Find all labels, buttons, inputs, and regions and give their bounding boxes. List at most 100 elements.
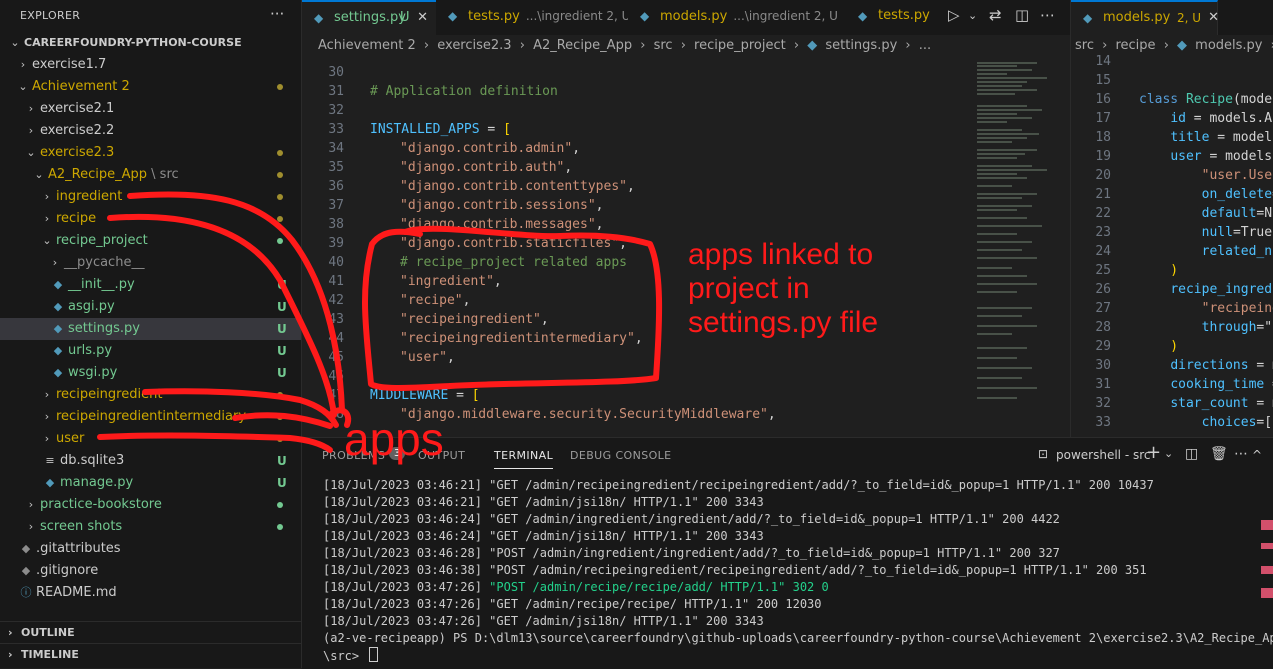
- code-line: directions = models: [1139, 356, 1273, 375]
- terminal-name[interactable]: powershell - src: [1056, 448, 1150, 462]
- chevron-right-icon: ›: [28, 498, 34, 511]
- code-token: [: [503, 122, 511, 137]
- terminal-text-highlight: "POST /admin/recipe/recipe/add/ HTTP/1.1…: [489, 580, 829, 594]
- chevron-down-icon: ⌄: [18, 80, 28, 93]
- line-number: 18: [1095, 130, 1111, 145]
- tree-item[interactable]: › recipeingredient: [0, 384, 301, 406]
- timeline-section[interactable]: › TIMELINE: [0, 643, 301, 666]
- code-token: id: [1170, 111, 1186, 126]
- tree-item[interactable]: ◆ wsgi.py U: [0, 362, 301, 384]
- tree-item[interactable]: ◆ .gitattributes: [0, 538, 301, 560]
- git-status-badge: U: [277, 322, 287, 336]
- more-actions-icon[interactable]: ···: [270, 5, 284, 23]
- tree-item[interactable]: › practice-bookstore: [0, 494, 301, 516]
- breadcrumb-separator: ›: [905, 38, 911, 53]
- tree-item[interactable]: › exercise2.1: [0, 98, 301, 120]
- tree-item[interactable]: ◆ urls.py U: [0, 340, 301, 362]
- editor-group-2: ◆ models.py 2, U ✕ src › recipe › ◆ mode…: [1070, 0, 1273, 437]
- tab-tests-py-2[interactable]: ◆ tests.py: [846, 0, 936, 35]
- breadcrumb-item[interactable]: src: [654, 38, 673, 53]
- tree-item[interactable]: ◆ asgi.py U: [0, 296, 301, 318]
- outline-section[interactable]: › OUTLINE: [0, 621, 301, 644]
- tree-item[interactable]: ⌄ CAREERFOUNDRY-PYTHON-COURSE: [0, 32, 301, 54]
- tree-item[interactable]: › recipe: [0, 208, 301, 230]
- split-editor-icon[interactable]: ◫: [1015, 6, 1029, 24]
- tree-item[interactable]: ⌄ recipe_project: [0, 230, 301, 252]
- tree-item[interactable]: ⌄ Achievement 2: [0, 76, 301, 98]
- tree-item[interactable]: ⌄ exercise2.3: [0, 142, 301, 164]
- tab-models-py[interactable]: ◆ models.py 2, U ✕: [1071, 0, 1219, 35]
- minimap-line: [977, 93, 1015, 95]
- add-terminal-icon[interactable]: +: [1146, 442, 1161, 463]
- tree-item[interactable]: ◆ __init__.py U: [0, 274, 301, 296]
- git-status-dot: [277, 172, 283, 178]
- tree-item[interactable]: ◆ manage.py U: [0, 472, 301, 494]
- tree-item[interactable]: › __pycache__: [0, 252, 301, 274]
- database-icon: ≡: [45, 454, 55, 467]
- tree-item[interactable]: › screen shots: [0, 516, 301, 538]
- split-terminal-icon[interactable]: ◫: [1185, 446, 1198, 462]
- breadcrumb-item[interactable]: src: [1075, 38, 1094, 53]
- code-line: through="recipe: [1139, 318, 1273, 337]
- line-number: 33: [1095, 415, 1111, 430]
- code-token: choices: [1201, 415, 1257, 430]
- compare-changes-icon[interactable]: ⇄: [989, 6, 1002, 24]
- close-icon[interactable]: ✕: [417, 2, 428, 34]
- code-token: [: [471, 388, 480, 403]
- minimap[interactable]: [975, 57, 1065, 437]
- breadcrumb[interactable]: Achievement 2 › exercise2.3 › A2_Recipe_…: [302, 35, 1070, 57]
- minimap-line: [977, 397, 1017, 399]
- run-icon[interactable]: ▷: [948, 6, 960, 24]
- breadcrumb-item[interactable]: recipe_project: [694, 38, 786, 53]
- terminal-line: [18/Jul/2023 03:46:38] "POST /admin/reci…: [323, 562, 1147, 579]
- tree-item[interactable]: ◆ settings.py U: [0, 318, 301, 340]
- close-icon[interactable]: ✕: [1208, 2, 1219, 34]
- chevron-right-icon: ›: [28, 102, 34, 115]
- minimap-line: [977, 347, 1027, 349]
- chevron-down-icon[interactable]: ⌄: [968, 9, 977, 22]
- chevron-up-icon[interactable]: ^: [1252, 448, 1262, 462]
- chevron-down-icon[interactable]: ⌄: [1164, 447, 1173, 460]
- more-actions-icon[interactable]: ⋯: [1040, 6, 1055, 24]
- tree-item[interactable]: › exercise2.2: [0, 120, 301, 142]
- tab-name: tests.py: [468, 9, 520, 24]
- git-status-dot: [277, 216, 283, 222]
- tab-models-py[interactable]: ◆ models.py ...\ingredient 2, U: [628, 0, 847, 35]
- tab-settings-py[interactable]: ◆ settings.py U ✕: [302, 0, 437, 35]
- tree-item-label: wsgi.py: [68, 365, 118, 380]
- tab-tests-py[interactable]: ◆ tests.py ...\ingredient 2, U: [436, 0, 630, 35]
- line-number: 22: [1095, 206, 1111, 221]
- terminal-text: [18/Jul/2023 03:47:26]: [323, 580, 490, 594]
- line-number: 44: [328, 331, 344, 346]
- code-line: title = models.CharField: [1139, 128, 1273, 147]
- tree-item[interactable]: ◆ .gitignore: [0, 560, 301, 582]
- breadcrumb-separator: ›: [680, 38, 686, 53]
- tree-item[interactable]: › exercise1.7: [0, 54, 301, 76]
- code-token: ,: [626, 179, 635, 194]
- tree-item[interactable]: ⌄ A2_Recipe_App \ src: [0, 164, 301, 186]
- tree-item[interactable]: ⓘ README.md: [0, 582, 301, 604]
- tree-item[interactable]: › ingredient: [0, 186, 301, 208]
- breadcrumb-item[interactable]: models.py: [1195, 38, 1262, 53]
- tab-debug-console[interactable]: DEBUG CONSOLE: [570, 449, 672, 462]
- minimap-line: [977, 137, 1027, 139]
- code-token: "django.contrib.sessions": [400, 198, 596, 213]
- breadcrumb-item[interactable]: exercise2.3: [437, 38, 511, 53]
- breadcrumb-item[interactable]: Achievement 2: [318, 38, 416, 53]
- breadcrumb-item[interactable]: A2_Recipe_App: [533, 38, 632, 53]
- minimap-line: [977, 249, 1022, 251]
- line-number: 36: [328, 179, 344, 194]
- more-actions-icon[interactable]: ⋯: [1234, 446, 1248, 462]
- breadcrumb-item[interactable]: ...: [919, 38, 931, 53]
- breadcrumb-item[interactable]: recipe: [1115, 38, 1155, 53]
- tree-item[interactable]: › recipeingredientintermediary: [0, 406, 301, 428]
- line-number: 28: [1095, 320, 1111, 335]
- line-number: 42: [328, 293, 344, 308]
- tree-item[interactable]: ≡ db.sqlite3 U: [0, 450, 301, 472]
- tree-item[interactable]: › user: [0, 428, 301, 450]
- tab-terminal[interactable]: TERMINAL: [494, 449, 554, 469]
- trash-icon[interactable]: 🗑: [1210, 446, 1228, 462]
- tree-item-label: urls.py: [68, 343, 113, 358]
- breadcrumb-item[interactable]: settings.py: [825, 38, 897, 53]
